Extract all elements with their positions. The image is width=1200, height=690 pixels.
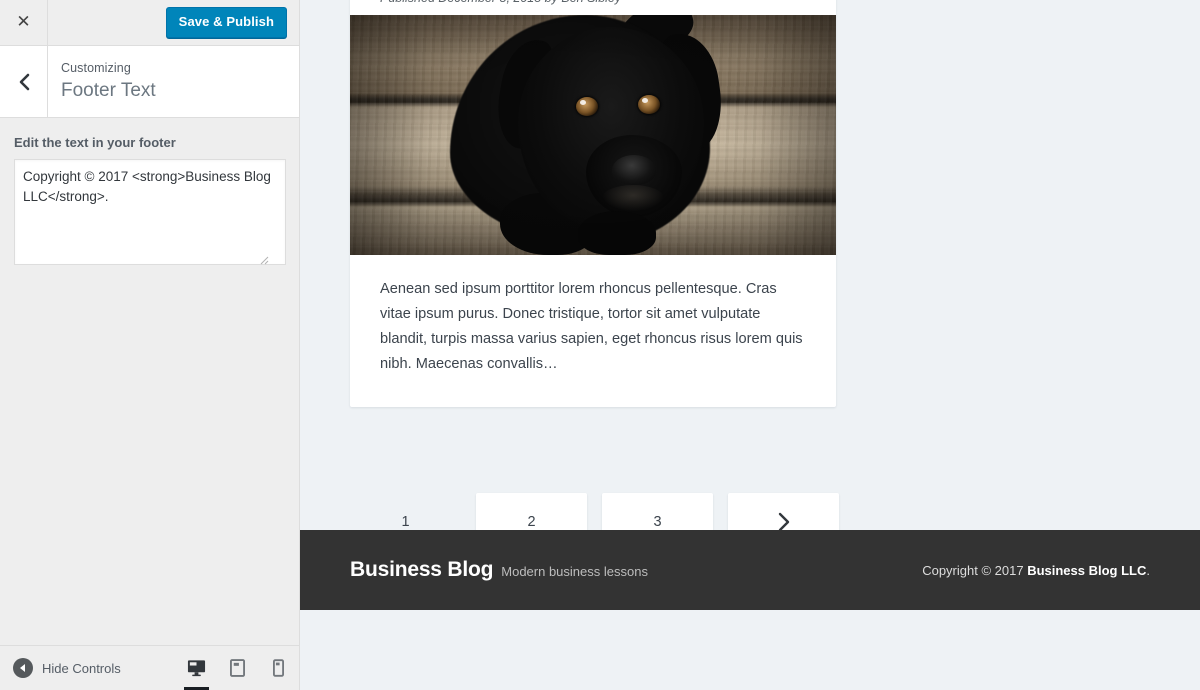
hide-controls-label: Hide Controls bbox=[42, 660, 121, 676]
collapse-left-icon bbox=[13, 658, 33, 678]
panel-title: Footer Text bbox=[61, 80, 156, 102]
customizer-topbar: ✕ Save & Publish bbox=[0, 0, 299, 46]
customizer-sidebar-footer: Hide Controls bbox=[0, 645, 299, 690]
panel-titles: Customizing Footer Text bbox=[48, 46, 299, 117]
copyright-prefix: Copyright © 2017 bbox=[922, 562, 1028, 578]
site-title: Business Blog bbox=[350, 558, 494, 581]
footer-copyright: Copyright © 2017 Business Blog LLC. bbox=[922, 563, 1150, 578]
post-card[interactable]: Published December 8, 2015 by Ben Sibley bbox=[350, 0, 836, 408]
pagination-page-label: 1 bbox=[401, 514, 410, 530]
photo-vignette bbox=[350, 15, 836, 255]
chevron-left-icon bbox=[19, 73, 29, 90]
post-featured-image[interactable] bbox=[350, 15, 836, 255]
footer-text-field-wrap bbox=[14, 159, 286, 270]
post-excerpt: Aenean sed ipsum porttitor lorem rhoncus… bbox=[380, 281, 803, 373]
preview-content: Published December 8, 2015 by Ben Sibley bbox=[300, 0, 1200, 610]
footer-text-control: Edit the text in your footer bbox=[0, 118, 299, 270]
device-preview-desktop[interactable] bbox=[176, 646, 217, 690]
close-customizer-button[interactable]: ✕ bbox=[0, 0, 48, 45]
device-preview-group bbox=[176, 646, 299, 690]
panel-back-button[interactable] bbox=[0, 46, 48, 117]
footer-text-label: Edit the text in your footer bbox=[14, 135, 176, 150]
device-preview-mobile[interactable] bbox=[258, 646, 299, 690]
hide-controls-button[interactable]: Hide Controls bbox=[0, 658, 121, 678]
panel-eyebrow: Customizing bbox=[61, 61, 131, 76]
panel-header: Customizing Footer Text bbox=[0, 46, 299, 118]
copyright-company: Business Blog LLC bbox=[1027, 562, 1147, 578]
mobile-icon bbox=[273, 659, 284, 677]
customizer-sidebar: ✕ Save & Publish Customizing Footer Text… bbox=[0, 0, 300, 690]
desktop-icon bbox=[187, 660, 206, 677]
device-preview-tablet[interactable] bbox=[217, 646, 258, 690]
footer-text-input[interactable] bbox=[14, 159, 286, 266]
site-tagline: Modern business lessons bbox=[501, 564, 648, 579]
pagination-page-label: 3 bbox=[653, 514, 662, 530]
close-icon: ✕ bbox=[16, 12, 31, 32]
site-preview-frame[interactable]: Published December 8, 2015 by Ben Sibley bbox=[300, 0, 1200, 690]
site-footer: Business Blog Modern business lessons Co… bbox=[300, 530, 1200, 610]
save-and-publish-button[interactable]: Save & Publish bbox=[165, 7, 287, 38]
pagination-page-label: 2 bbox=[527, 514, 536, 530]
copyright-suffix: . bbox=[1146, 562, 1150, 578]
tablet-icon bbox=[230, 659, 245, 677]
post-meta: Published December 8, 2015 by Ben Sibley bbox=[350, 0, 836, 15]
customizer-screen: ✕ Save & Publish Customizing Footer Text… bbox=[0, 0, 1200, 690]
footer-brand[interactable]: Business Blog Modern business lessons bbox=[350, 558, 648, 582]
topbar-actions: Save & Publish bbox=[48, 0, 299, 45]
